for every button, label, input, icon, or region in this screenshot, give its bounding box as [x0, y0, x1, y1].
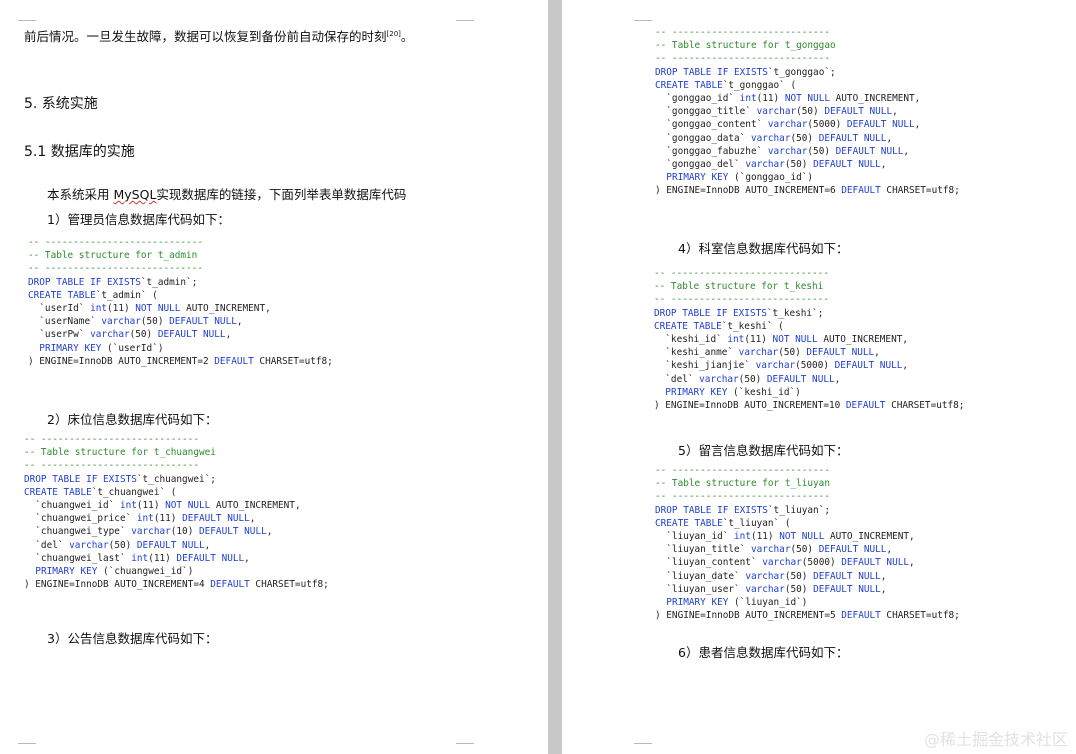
code-line: `gonggao_id` int(11) NOT NULL AUTO_INCRE…: [655, 93, 921, 105]
page-corner-mark: [456, 743, 474, 744]
code-caption-3: 3）公告信息数据库代码如下：: [47, 631, 218, 646]
code-line: -- ----------------------------: [654, 294, 829, 306]
code-block-admin: -- ---------------------------- -- Table…: [28, 236, 333, 368]
code-block-gonggao: -- ---------------------------- -- Table…: [655, 26, 960, 198]
code-line: PRIMARY KEY (`chuangwei_id`): [35, 566, 194, 578]
document-page-right: -- ---------------------------- -- Table…: [562, 0, 1076, 754]
intro-paragraph: 前后情况。一旦发生故障，数据可以恢复到备份前自动保存的时刻[20]。: [24, 29, 414, 44]
body-paragraph: 本系统采用 MySQL实现数据库的链接，下面列举表单数据库代码: [47, 187, 407, 202]
code-line: `chuangwei_type` varchar(10) DEFAULT NUL…: [24, 526, 273, 538]
code-line: PRIMARY KEY (`liuyan_id`): [666, 597, 808, 609]
code-line: ) ENGINE=InnoDB AUTO_INCREMENT=2 DEFAULT…: [28, 355, 333, 367]
code-line: -- Table structure for t_liuyan: [655, 478, 830, 490]
code-line: -- Table structure for t_keshi: [654, 281, 824, 293]
code-caption-1: 1）管理员信息数据库代码如下：: [47, 212, 230, 227]
code-line: `gonggao_title` varchar(50) DEFAULT NULL…: [655, 106, 898, 118]
code-line: -- ----------------------------: [655, 491, 830, 503]
code-line: `gonggao_del` varchar(50) DEFAULT NULL,: [655, 159, 887, 171]
code-caption-6: 6）患者信息数据库代码如下：: [678, 645, 849, 660]
code-line: `keshi_anme` varchar(50) DEFAULT NULL,: [654, 347, 880, 359]
code-line: DROP TABLE IF EXISTS`t_keshi`;: [654, 307, 824, 319]
code-line: -- ----------------------------: [28, 237, 203, 248]
code-line: `userPw` varchar(50) DEFAULT NULL,: [28, 329, 232, 341]
spellcheck-word: MySQL: [113, 187, 157, 202]
code-line: PRIMARY KEY (`keshi_id`): [665, 386, 801, 398]
code-line: -- Table structure for t_chuangwei: [24, 447, 216, 459]
document-page-left: 前后情况。一旦发生故障，数据可以恢复到备份前自动保存的时刻[20]。 5. 系统…: [0, 0, 548, 754]
code-block-chuangwei: -- ---------------------------- -- Table…: [24, 433, 329, 591]
code-line: -- ----------------------------: [24, 434, 199, 445]
watermark: @稀土掘金技术社区: [923, 730, 1068, 749]
code-line: `gonggao_data` varchar(50) DEFAULT NULL,: [655, 132, 893, 144]
code-line: PRIMARY KEY (`userId`): [39, 342, 164, 354]
code-line: `liuyan_content` varchar(5000) DEFAULT N…: [655, 557, 915, 569]
page-corner-mark: [18, 20, 36, 21]
code-line: `liuyan_id` int(11) NOT NULL AUTO_INCREM…: [655, 531, 915, 543]
code-line: `keshi_id` int(11) NOT NULL AUTO_INCREME…: [654, 334, 909, 346]
reference-mark: [20]: [386, 29, 401, 38]
code-line: -- Table structure for t_gonggao: [655, 40, 836, 52]
code-caption-5: 5）留言信息数据库代码如下：: [678, 443, 849, 458]
code-line: `gonggao_fabuzhe` varchar(50) DEFAULT NU…: [655, 145, 910, 157]
code-line: -- ----------------------------: [655, 27, 830, 38]
code-line: -- ----------------------------: [654, 268, 829, 279]
code-line: CREATE TABLE`t_liuyan` (: [655, 517, 791, 529]
subsection-title: 5.1 数据库的实施: [24, 144, 135, 160]
page-gutter: [548, 0, 562, 754]
code-line: `chuangwei_price` int(11) DEFAULT NULL,: [24, 513, 256, 525]
code-caption-4: 4）科室信息数据库代码如下：: [678, 241, 849, 256]
page-corner-mark: [634, 743, 652, 744]
code-line: CREATE TABLE`t_chuangwei` (: [24, 486, 177, 498]
code-line: `userId` int(11) NOT NULL AUTO_INCREMENT…: [28, 303, 271, 315]
code-line: -- ----------------------------: [28, 263, 203, 275]
section-title: 5. 系统实施: [24, 96, 98, 112]
page-corner-mark: [634, 20, 652, 21]
code-line: -- ----------------------------: [24, 460, 199, 472]
code-line: ) ENGINE=InnoDB AUTO_INCREMENT=6 DEFAULT…: [655, 185, 960, 197]
code-line: ) ENGINE=InnoDB AUTO_INCREMENT=4 DEFAULT…: [24, 579, 329, 591]
page-corner-mark: [18, 743, 36, 744]
code-line: `liuyan_date` varchar(50) DEFAULT NULL,: [655, 570, 887, 582]
code-caption-2: 2）床位信息数据库代码如下：: [47, 412, 218, 427]
code-line: `del` varchar(50) DEFAULT NULL,: [24, 539, 211, 551]
code-line: `gonggao_content` varchar(5000) DEFAULT …: [655, 119, 921, 131]
code-block-keshi: -- ---------------------------- -- Table…: [654, 267, 964, 412]
code-line: `chuangwei_id` int(11) NOT NULL AUTO_INC…: [24, 500, 301, 512]
code-block-liuyan: -- ---------------------------- -- Table…: [655, 464, 960, 622]
code-line: CREATE TABLE`t_gonggao` (: [655, 79, 797, 91]
code-line: DROP TABLE IF EXISTS`t_gonggao`;: [655, 66, 836, 78]
page-corner-mark: [456, 20, 474, 21]
code-line: `chuangwei_last` int(11) DEFAULT NULL,: [24, 552, 250, 564]
code-line: CREATE TABLE`t_keshi` (: [654, 320, 784, 332]
code-line: DROP TABLE IF EXISTS`t_chuangwei`;: [24, 473, 216, 485]
code-line: `liuyan_user` varchar(50) DEFAULT NULL,: [655, 583, 887, 595]
code-line: `del` varchar(50) DEFAULT NULL,: [654, 373, 841, 385]
code-line: PRIMARY KEY (`gonggao_id`): [666, 172, 814, 184]
code-line: ) ENGINE=InnoDB AUTO_INCREMENT=5 DEFAULT…: [655, 610, 960, 622]
code-line: `liuyan_title` varchar(50) DEFAULT NULL,: [655, 544, 893, 556]
code-line: `userName` varchar(50) DEFAULT NULL,: [28, 316, 243, 328]
code-line: `keshi_jianjie` varchar(5000) DEFAULT NU…: [654, 360, 909, 372]
code-line: -- ----------------------------: [655, 53, 830, 65]
code-line: CREATE TABLE`t_admin` (: [28, 289, 158, 301]
code-line: ) ENGINE=InnoDB AUTO_INCREMENT=10 DEFAUL…: [654, 400, 965, 412]
code-line: DROP TABLE IF EXISTS`t_admin`;: [28, 276, 198, 288]
code-line: -- Table structure for t_admin: [28, 250, 198, 262]
code-line: DROP TABLE IF EXISTS`t_liuyan`;: [655, 504, 830, 516]
code-line: -- ----------------------------: [655, 465, 830, 476]
